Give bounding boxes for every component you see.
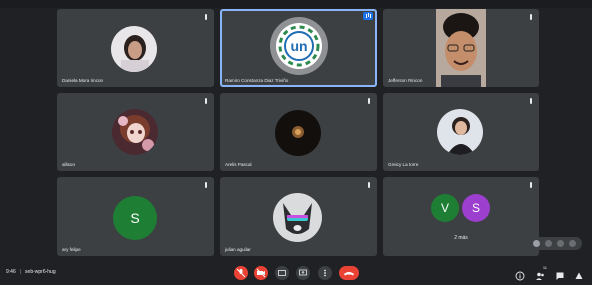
present-button[interactable] bbox=[296, 266, 310, 280]
participant-tile-ary[interactable]: S ary felipe bbox=[57, 177, 214, 256]
participant-tile-daniela[interactable]: Daniela Mora rincon bbox=[57, 9, 214, 87]
more-options-icon[interactable] bbox=[204, 98, 208, 104]
participant-avatar bbox=[112, 109, 158, 155]
expand-icon[interactable] bbox=[569, 240, 576, 247]
present-screen-icon bbox=[299, 269, 307, 276]
participant-avatar bbox=[275, 110, 321, 156]
participant-name: Ramiro Constanza Diaz Triviño bbox=[225, 78, 289, 83]
mic-off-icon bbox=[236, 268, 246, 278]
participant-name: Jefferson Rincon bbox=[388, 78, 423, 83]
participant-tile-arelis[interactable]: Arelis Pascal bbox=[220, 93, 377, 171]
people-icon bbox=[536, 272, 544, 280]
minimize-icon[interactable] bbox=[557, 240, 564, 247]
info-button[interactable] bbox=[515, 268, 525, 281]
participant-avatar bbox=[437, 109, 483, 155]
activities-button[interactable] bbox=[574, 268, 584, 279]
participant-name: allison bbox=[62, 162, 76, 167]
svg-text:un: un bbox=[290, 38, 307, 54]
more-options-icon[interactable] bbox=[529, 14, 533, 20]
participant-name: Arelis Pascal bbox=[225, 162, 252, 167]
participant-name: Greicy La torre bbox=[388, 162, 419, 167]
participant-name: ary felipe bbox=[62, 247, 81, 252]
more-options-icon[interactable] bbox=[529, 98, 533, 104]
more-options-button[interactable] bbox=[318, 266, 332, 280]
meeting-info-separator: | bbox=[19, 269, 22, 275]
participant-avatar bbox=[273, 193, 322, 242]
participant-tile-others[interactable]: V S 2 más bbox=[383, 177, 539, 256]
more-options-icon[interactable] bbox=[529, 182, 533, 188]
hang-up-icon bbox=[344, 272, 354, 276]
camera-off-button[interactable] bbox=[254, 266, 268, 280]
people-count-badge: 11 bbox=[542, 265, 547, 270]
participant-tile-julian[interactable]: julian aguilar bbox=[220, 177, 377, 256]
participant-initial-avatar: V bbox=[431, 194, 459, 222]
meeting-code: seb-wpr6-hug bbox=[25, 269, 56, 275]
meeting-toolbar: 9:46 | seb-wpr6-hug 11 bbox=[0, 261, 592, 285]
mic-level-icon[interactable] bbox=[533, 240, 540, 247]
participant-tile-greicy[interactable]: Greicy La torre bbox=[383, 93, 539, 171]
participant-tile-allison[interactable]: allison bbox=[57, 93, 214, 171]
activities-icon bbox=[575, 272, 583, 279]
participant-avatar bbox=[111, 26, 157, 72]
others-count-label: 2 más bbox=[454, 235, 468, 241]
participant-tile-ramiro[interactable]: un Ramiro Constanza Diaz Triviño bbox=[220, 9, 377, 87]
camera-off-icon bbox=[256, 268, 266, 278]
pin-icon[interactable] bbox=[545, 240, 552, 247]
more-options-icon[interactable] bbox=[367, 182, 371, 188]
chat-icon bbox=[556, 272, 564, 280]
more-options-icon[interactable] bbox=[204, 182, 208, 188]
captions-icon bbox=[278, 270, 286, 276]
participant-name: julian aguilar bbox=[225, 247, 251, 252]
mic-off-button[interactable] bbox=[234, 266, 248, 280]
more-options-icon[interactable] bbox=[367, 98, 371, 104]
participant-initial-avatar: S bbox=[462, 194, 490, 222]
people-button[interactable]: 11 bbox=[535, 265, 547, 280]
browser-top-strip bbox=[0, 0, 592, 8]
hang-up-button[interactable] bbox=[339, 266, 359, 280]
self-view-controls[interactable] bbox=[528, 237, 582, 250]
participant-avatar: un bbox=[270, 17, 328, 75]
speaking-indicator-icon bbox=[363, 12, 373, 20]
chat-button[interactable] bbox=[555, 268, 565, 280]
participant-video bbox=[436, 9, 486, 87]
meeting-info: 9:46 | seb-wpr6-hug bbox=[6, 269, 56, 275]
participant-name: Daniela Mora rincon bbox=[62, 78, 104, 83]
participant-tile-jefferson[interactable]: Jefferson Rincon bbox=[383, 9, 539, 87]
info-icon bbox=[515, 271, 525, 281]
more-options-icon bbox=[324, 269, 326, 277]
more-options-icon[interactable] bbox=[204, 14, 208, 20]
captions-button[interactable] bbox=[275, 266, 289, 280]
meeting-time: 9:46 bbox=[6, 269, 16, 275]
participant-initial-avatar: S bbox=[113, 196, 157, 240]
